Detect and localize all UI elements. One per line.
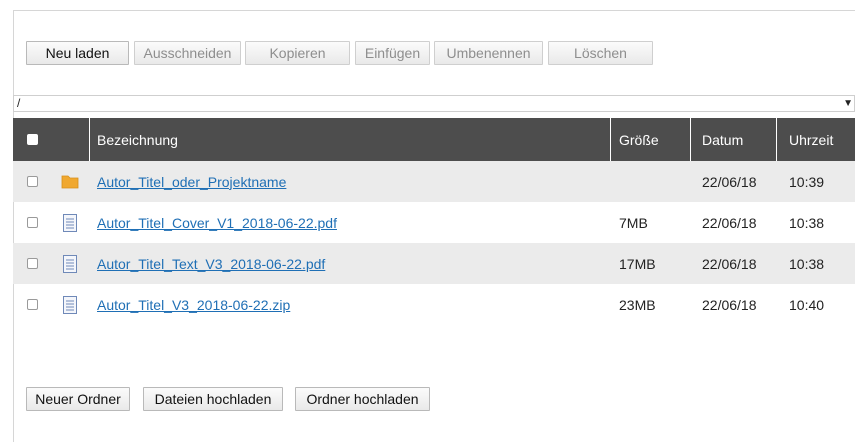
upload-folder-button[interactable]: Ordner hochladen [295,387,430,411]
file-time: 10:40 [789,296,825,313]
col-header-name[interactable]: Bezeichnung [97,118,178,161]
col-header-time[interactable]: Uhrzeit [789,118,833,161]
file-time: 10:38 [789,214,825,231]
table-row[interactable]: Autor_Titel_oder_Projektname 22/06/18 10… [13,161,855,202]
file-date: 22/06/18 [702,255,757,272]
file-name-link[interactable]: Autor_Titel_oder_Projektname [97,174,286,190]
current-path: / [17,96,21,110]
file-size: 17MB [619,255,656,272]
file-table: Bezeichnung Größe Datum Uhrzeit Autor_Ti… [13,118,855,325]
file-size: 23MB [619,296,656,313]
document-icon [63,202,77,243]
file-time: 10:38 [789,255,825,272]
folder-icon [61,161,79,202]
select-all-checkbox[interactable] [27,134,38,145]
file-name-link[interactable]: Autor_Titel_V3_2018-06-22.zip [97,297,290,313]
row-checkbox[interactable] [27,258,38,269]
file-date: 22/06/18 [702,214,757,231]
table-header: Bezeichnung Größe Datum Uhrzeit [13,118,855,161]
table-row[interactable]: Autor_Titel_Text_V3_2018-06-22.pdf 17MB … [13,243,855,284]
copy-button[interactable]: Kopieren [245,41,350,65]
col-header-date[interactable]: Datum [702,118,743,161]
file-date: 22/06/18 [702,296,757,313]
row-checkbox[interactable] [27,176,38,187]
delete-button[interactable]: Löschen [548,41,653,65]
select-all-cell[interactable] [27,118,38,161]
table-row[interactable]: Autor_Titel_V3_2018-06-22.zip 23MB 22/06… [13,284,855,325]
table-row[interactable]: Autor_Titel_Cover_V1_2018-06-22.pdf 7MB … [13,202,855,243]
rename-button[interactable]: Umbenennen [434,41,543,65]
dropdown-caret-icon[interactable]: ▼ [843,96,853,111]
reload-button[interactable]: Neu laden [26,41,129,65]
row-checkbox[interactable] [27,217,38,228]
file-size: 7MB [619,214,648,231]
file-name-link[interactable]: Autor_Titel_Text_V3_2018-06-22.pdf [97,256,325,272]
file-name-link[interactable]: Autor_Titel_Cover_V1_2018-06-22.pdf [97,215,337,231]
new-folder-button[interactable]: Neuer Ordner [26,387,130,411]
upload-files-button[interactable]: Dateien hochladen [143,387,283,411]
file-date: 22/06/18 [702,173,757,190]
paste-button[interactable]: Einfügen [355,41,430,65]
document-icon [63,243,77,284]
row-checkbox[interactable] [27,299,38,310]
file-time: 10:39 [789,173,825,190]
col-header-size[interactable]: Größe [619,118,659,161]
cut-button[interactable]: Ausschneiden [134,41,241,65]
path-select[interactable]: / ▼ [13,95,855,112]
document-icon [63,284,77,325]
